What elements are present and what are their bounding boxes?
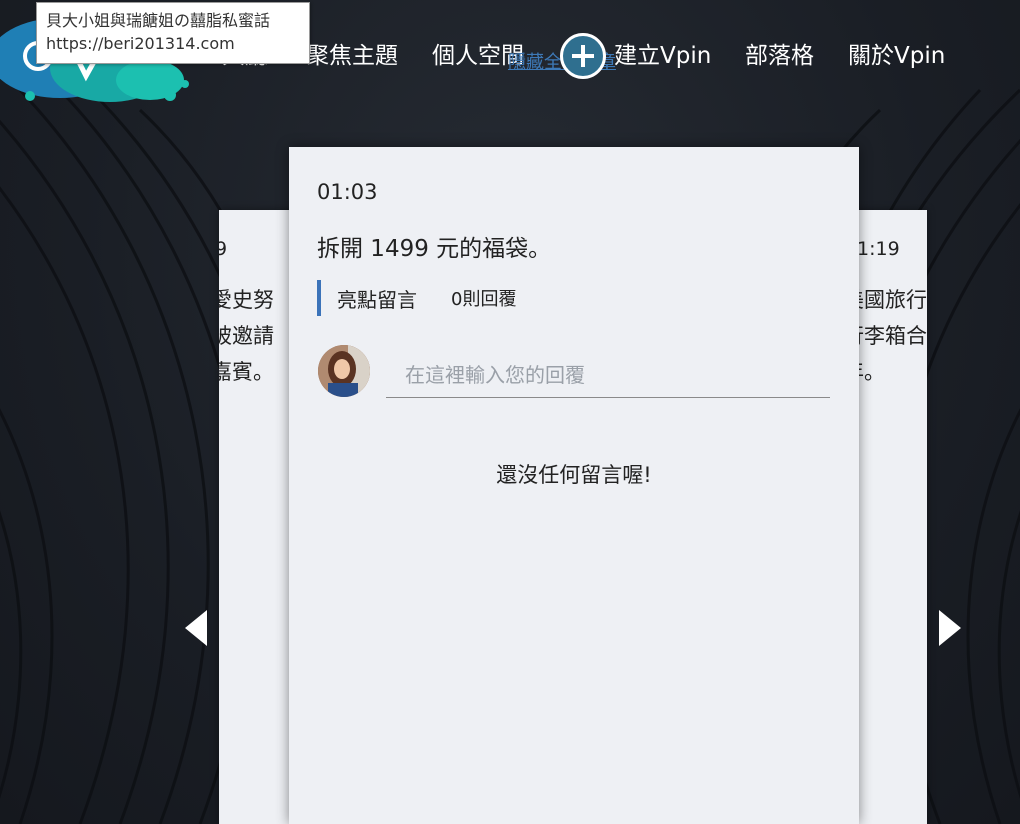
empty-comments-message: 還沒任何留言喔! <box>496 463 652 487</box>
highlight-label: 亮點留言 <box>337 287 417 312</box>
chevron-right-icon[interactable] <box>937 608 963 648</box>
card-text-line: 被邀請 <box>219 324 274 348</box>
avatar <box>318 345 370 397</box>
nav-item-about-vpin[interactable]: 關於Vpin <box>848 38 945 74</box>
tooltip-title: 貝大小姐與瑞餹姐の囍脂私蜜話 <box>46 11 271 30</box>
card-text: 愛史努 被邀請 嘉賓。 <box>219 282 274 390</box>
card-time: 1:19 <box>857 238 900 260</box>
nav-item-focus-topics[interactable]: 聚焦主題 <box>306 38 398 74</box>
card-time: 01:03 <box>317 180 378 204</box>
reply-count: 0則回覆 <box>451 289 517 310</box>
highlight-comments[interactable]: 亮點留言 0則回覆 <box>317 280 516 316</box>
main-card: 01:03 拆開 1499 元的福袋。 亮點留言 0則回覆 還沒任何留言喔! <box>289 147 859 824</box>
card-text-line: 愛史努 <box>219 288 274 312</box>
card-text-line: 嘉賓。 <box>219 360 274 384</box>
nav-item-create-vpin[interactable]: 建立Vpin <box>614 38 711 74</box>
chevron-left-icon[interactable] <box>183 608 209 648</box>
plus-icon[interactable] <box>560 33 606 79</box>
card-title: 拆開 1499 元的福袋。 <box>317 236 552 262</box>
nav-item-blog[interactable]: 部落格 <box>745 38 814 74</box>
card-time: 9 <box>219 238 228 260</box>
reply-input[interactable] <box>386 352 830 398</box>
tooltip-url: https://beri201314.com <box>46 34 235 53</box>
link-tooltip: 貝大小姐與瑞餹姐の囍脂私蜜話 https://beri201314.com <box>36 2 310 64</box>
